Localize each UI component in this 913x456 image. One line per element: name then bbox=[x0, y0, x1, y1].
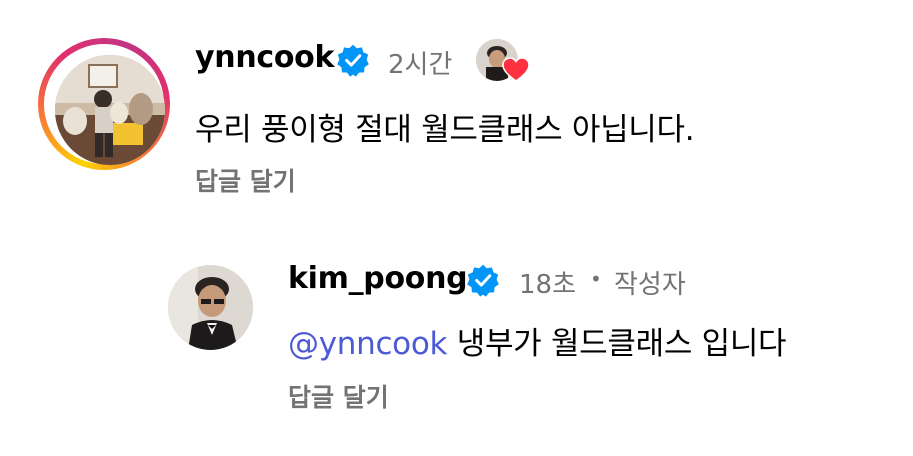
reply-text: @ynncook 냉부가 월드클래스 입니다 bbox=[288, 318, 787, 363]
story-ring[interactable] bbox=[38, 38, 170, 170]
verified-badge-icon bbox=[337, 44, 369, 77]
avatar[interactable] bbox=[55, 55, 165, 165]
reply-username[interactable]: kim_poong bbox=[288, 261, 468, 296]
reply-button[interactable]: 답글 달기 bbox=[195, 162, 296, 198]
reply-avatar[interactable] bbox=[168, 265, 253, 350]
reply-button[interactable]: 답글 달기 bbox=[288, 378, 389, 414]
reply-timestamp[interactable]: 18초 bbox=[519, 264, 576, 301]
reply-body bbox=[447, 326, 457, 362]
reply-body-text: 냉부가 월드클래스 입니다 bbox=[456, 326, 787, 362]
heart-icon bbox=[502, 57, 530, 82]
comment-username[interactable]: ynncook bbox=[195, 40, 334, 75]
separator-dot: • bbox=[590, 267, 602, 291]
author-badge: 작성자 bbox=[614, 270, 686, 300]
comment-text: 우리 풍이형 절대 월드클래스 아닙니다. bbox=[195, 112, 695, 148]
comment-timestamp[interactable]: 2시간 bbox=[388, 44, 452, 81]
mention-link[interactable]: @ynncook bbox=[288, 326, 447, 362]
verified-badge-icon bbox=[467, 264, 499, 297]
